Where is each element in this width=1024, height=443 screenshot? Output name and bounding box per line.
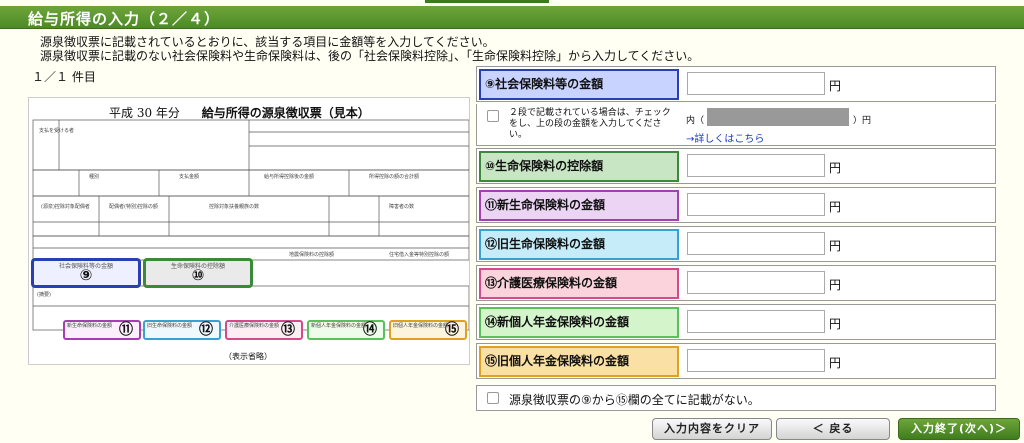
svg-text:障害者の数: 障害者の数 [389, 203, 414, 210]
new-life-insurance-input[interactable] [687, 193, 825, 216]
slip-mark-10: 生命保険料の控除額 ⑩ [143, 258, 253, 288]
two-line-entry-row: ２段で記載されている場合は、チェックをし、上の段の金額を入力してください。 内（… [476, 104, 996, 146]
slip-mark-14-label: 新個人年金保険料の金額 [311, 323, 367, 329]
label-new-life-insurance: ⑪新生命保険料の金額 [479, 190, 679, 221]
svg-text:所得控除の額の合計額: 所得控除の額の合計額 [369, 173, 419, 180]
breakdown-label-open: 内（ [686, 116, 705, 126]
old-pension-insurance-input[interactable] [687, 349, 825, 372]
svg-text:住宅借入金等特別控除の額: 住宅借入金等特別控除の額 [389, 251, 449, 258]
record-count: １／１ 件目 [32, 70, 96, 84]
clear-input-button[interactable]: 入力内容をクリア [652, 418, 772, 440]
slip-mark-15-label: 旧個人年金保険料の金額 [393, 323, 449, 329]
instruction-line-2: 源泉徴収票に記載のない社会保険料や生命保険料は、後の「社会保険料控除」、「生命保… [40, 49, 700, 63]
slip-mark-11-number: ⑪ [119, 322, 133, 338]
label-social-insurance: ⑨社会保険料等の金額 [479, 69, 679, 100]
slip-mark-13-label: 介護医療保険料の金額 [229, 323, 280, 329]
svg-text:種別: 種別 [89, 173, 99, 180]
unit-yen: 円 [829, 239, 842, 253]
svg-text:控除対象扶養親族の数: 控除対象扶養親族の数 [209, 203, 259, 210]
svg-text:給与所得控除後の金額: 給与所得控除後の金額 [264, 173, 314, 180]
unit-yen: 円 [829, 317, 842, 331]
medical-care-insurance-input[interactable] [687, 271, 825, 294]
label-medical-care-insurance: ⑬介護医療保険料の金額 [479, 268, 679, 299]
label-old-life-insurance: ⑫旧生命保険料の金額 [479, 229, 679, 260]
breakdown-label-close: ）円 [853, 116, 872, 126]
slip-mark-10-number: ⑩ [191, 266, 205, 284]
row-old-pension-insurance: ⑮旧個人年金保険料の金額 円 [476, 343, 996, 379]
slip-omitted-note: （表示省略） [224, 352, 272, 361]
life-insurance-deduction-input[interactable] [687, 154, 825, 177]
slip-mark-12: 旧生命保険料の金額 ⑫ [143, 320, 221, 340]
slip-mark-13: 介護医療保険料の金額 ⑬ [225, 320, 303, 340]
svg-text:(摘要): (摘要) [37, 291, 51, 298]
svg-text:(源泉)控除対象配偶者: (源泉)控除対象配偶者 [41, 203, 90, 210]
top-tab-stub [425, 0, 549, 3]
slip-mark-12-number: ⑫ [199, 322, 213, 338]
back-button[interactable]: ＜ 戻る [776, 418, 890, 440]
slip-mark-13-number: ⑬ [281, 322, 295, 338]
slip-mark-11: 新生命保険料の金額 ⑪ [63, 320, 141, 340]
row-medical-care-insurance: ⑬介護医療保険料の金額 円 [476, 265, 996, 301]
label-life-insurance-deduction: ⑩生命保険料の控除額 [479, 151, 679, 182]
row-old-life-insurance: ⑫旧生命保険料の金額 円 [476, 226, 996, 262]
no-entries-label: 源泉徴収票の⑨から⑮欄の全てに記載がない。 [509, 393, 760, 407]
instruction-line-1: 源泉徴収票に記載されているとおりに、該当する項目に金額等を入力してください。 [40, 35, 495, 49]
page-title: 給与所得の入力（２／４） [28, 10, 221, 28]
label-new-pension-insurance: ⑭新個人年金保険料の金額 [479, 307, 679, 338]
unit-yen: 円 [829, 161, 842, 175]
svg-text:配偶者(特別)控除の額: 配偶者(特別)控除の額 [109, 203, 158, 210]
label-old-pension-insurance: ⑮旧個人年金保険料の金額 [479, 346, 679, 377]
svg-text:支払金額: 支払金額 [179, 173, 199, 180]
slip-mark-9-number: ⑨ [79, 266, 93, 284]
row-social-insurance: ⑨社会保険料等の金額 円 [476, 66, 996, 102]
row-new-life-insurance: ⑪新生命保険料の金額 円 [476, 187, 996, 223]
page-header: 給与所得の入力（２／４） [0, 6, 1024, 29]
no-entries-row: 源泉徴収票の⑨から⑮欄の全てに記載がない。 [476, 385, 996, 411]
unit-yen: 円 [829, 356, 842, 370]
row-life-insurance-deduction: ⑩生命保険料の控除額 円 [476, 148, 996, 184]
two-line-checkbox[interactable] [487, 110, 499, 122]
social-insurance-input[interactable] [687, 72, 825, 95]
details-link[interactable]: →詳しくはこちら [686, 130, 764, 145]
slip-mark-11-label: 新生命保険料の金額 [67, 323, 113, 329]
two-line-checkbox-label: ２段で記載されている場合は、チェックをし、上の段の金額を入力してください。 [509, 108, 671, 140]
svg-text:支払を受ける者: 支払を受ける者 [39, 127, 74, 134]
slip-mark-14: 新個人年金保険料の金額 ⑭ [307, 320, 385, 340]
unit-yen: 円 [829, 79, 842, 93]
unit-yen: 円 [829, 278, 842, 292]
breakdown-input-disabled [707, 108, 849, 126]
old-life-insurance-input[interactable] [687, 232, 825, 255]
finish-input-button[interactable]: 入力終了(次へ)＞ [898, 418, 1020, 440]
no-entries-checkbox[interactable] [487, 392, 499, 404]
slip-mark-12-label: 旧生命保険料の金額 [147, 323, 193, 329]
svg-text:地震保険料の控除額: 地震保険料の控除額 [289, 251, 334, 258]
withholding-slip-sample: 平成 30 年分 給与所得の源泉徴収票（見本） 支払を受ける者 種別 支払金額 給… [28, 97, 470, 365]
slip-mark-15: 旧個人年金保険料の金額 ⑮ [389, 320, 467, 340]
new-pension-insurance-input[interactable] [687, 310, 825, 333]
row-new-pension-insurance: ⑭新個人年金保険料の金額 円 [476, 304, 996, 340]
slip-mark-9: 社会保険料等の金額 ⑨ [31, 258, 141, 288]
unit-yen: 円 [829, 200, 842, 214]
